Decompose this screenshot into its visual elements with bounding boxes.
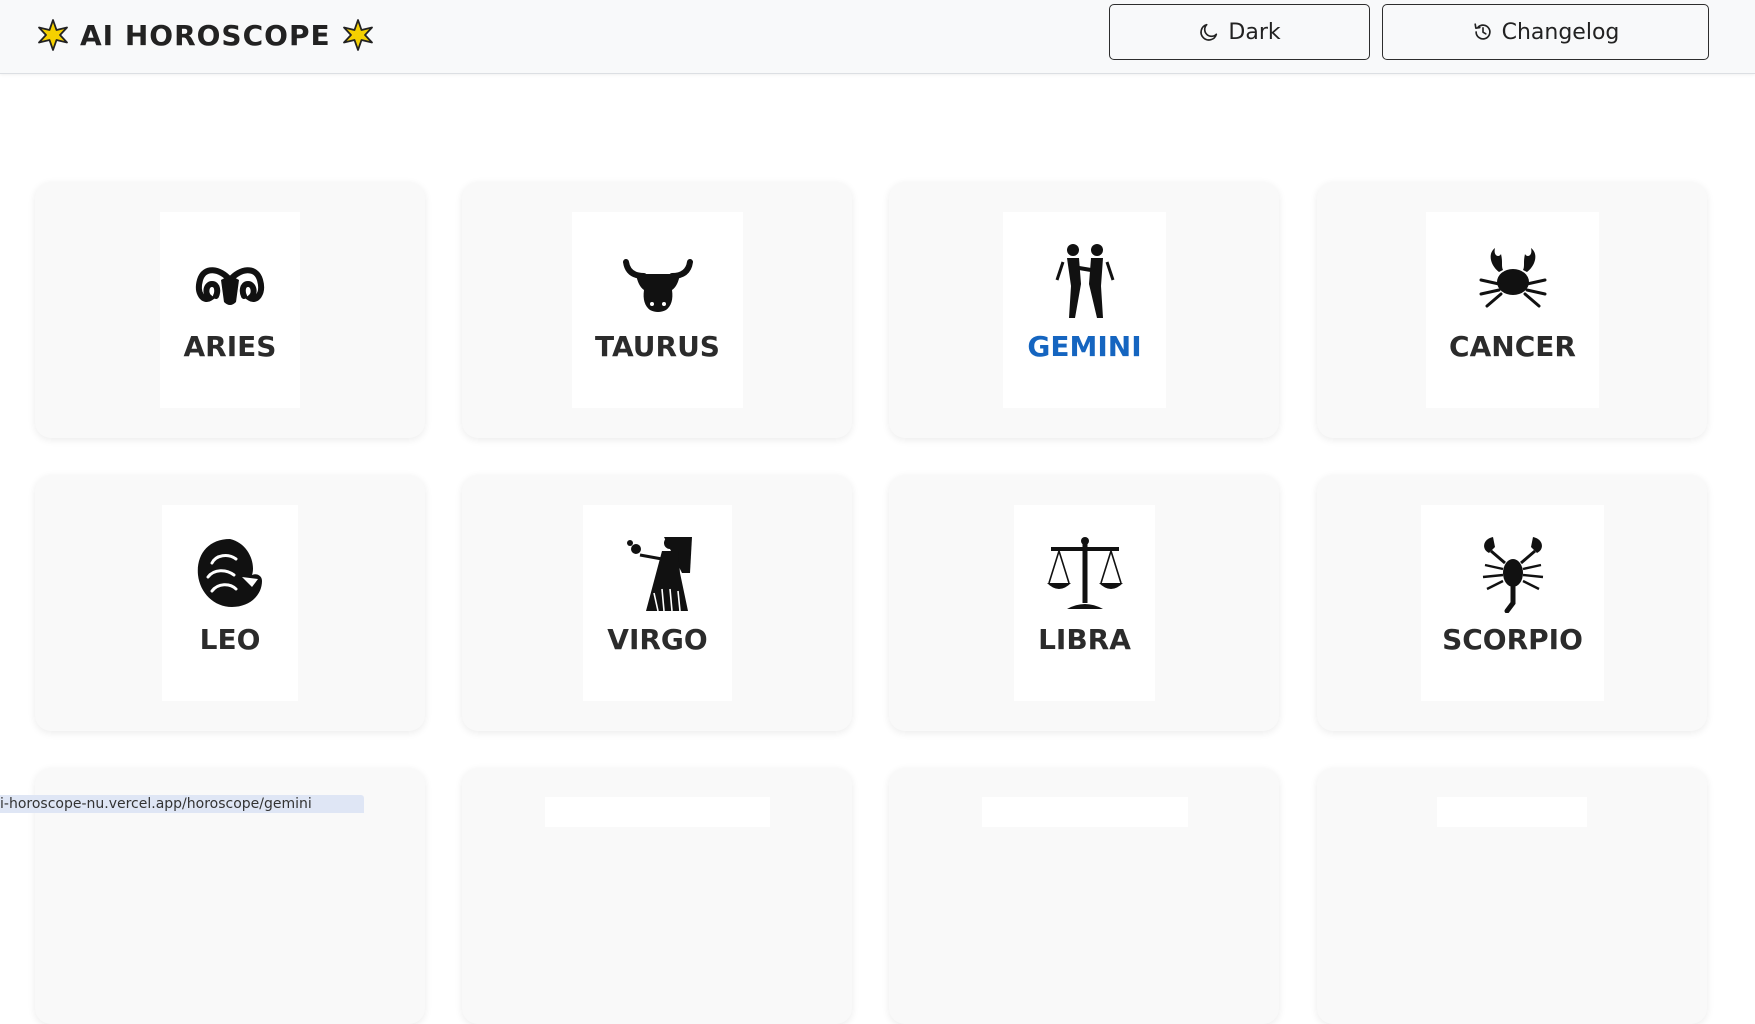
sign-name-gemini: GEMINI xyxy=(1027,330,1142,363)
sign-name-scorpio: SCORPIO xyxy=(1442,623,1583,656)
sign-card-leo[interactable]: LEO xyxy=(35,475,425,731)
status-url: i-horoscope-nu.vercel.app/horoscope/gemi… xyxy=(0,796,312,812)
maiden-icon xyxy=(626,537,692,612)
sign-card-cancer[interactable]: CANCER xyxy=(1317,182,1707,438)
sign-card-virgo[interactable]: VIRGO xyxy=(462,475,852,731)
sign-card-libra[interactable]: LIBRA xyxy=(889,475,1279,731)
sign-link-scorpio[interactable]: SCORPIO xyxy=(1421,505,1604,701)
scales-icon xyxy=(1046,537,1123,609)
history-icon xyxy=(1473,23,1491,40)
moon-icon xyxy=(1200,23,1218,41)
bull-icon xyxy=(622,259,693,312)
changelog-label: Changelog xyxy=(1501,19,1620,45)
lion-icon xyxy=(197,539,262,607)
twins-icon xyxy=(1055,244,1114,318)
sign-card-inner[interactable] xyxy=(545,797,770,827)
sign-card-row3-3[interactable] xyxy=(889,768,1279,1024)
sign-card-inner[interactable] xyxy=(1437,797,1587,827)
sign-link-virgo[interactable]: VIRGO xyxy=(583,505,732,701)
sign-name-aries: ARIES xyxy=(183,330,277,363)
brand-title: AI HOROSCOPE xyxy=(80,18,331,52)
star-icon xyxy=(38,19,68,51)
sign-link-taurus[interactable]: TAURUS xyxy=(572,212,743,408)
sign-link-cancer[interactable]: CANCER xyxy=(1426,212,1599,408)
sign-name-virgo: VIRGO xyxy=(607,623,708,656)
sign-name-libra: LIBRA xyxy=(1038,623,1131,656)
sign-name-cancer: CANCER xyxy=(1449,330,1576,363)
dark-mode-label: Dark xyxy=(1228,19,1281,45)
ram-icon xyxy=(196,267,264,305)
dark-mode-button[interactable]: Dark xyxy=(1109,4,1370,60)
sign-card-scorpio[interactable]: SCORPIO xyxy=(1317,475,1707,731)
sign-card-gemini[interactable]: GEMINI xyxy=(889,182,1279,438)
sign-link-leo[interactable]: LEO xyxy=(162,505,298,701)
link-status-bar: i-horoscope-nu.vercel.app/horoscope/gemi… xyxy=(0,795,364,813)
sign-card-row3-2[interactable] xyxy=(462,768,852,1024)
brand[interactable]: AI HOROSCOPE xyxy=(36,15,375,55)
top-navbar: AI HOROSCOPE Dark Changelog xyxy=(0,0,1755,74)
sign-card-taurus[interactable]: TAURUS xyxy=(462,182,852,438)
sign-name-leo: LEO xyxy=(199,623,261,656)
sign-link-gemini[interactable]: GEMINI xyxy=(1003,212,1166,408)
sign-card-row3-4[interactable] xyxy=(1317,768,1707,1024)
sign-link-libra[interactable]: LIBRA xyxy=(1014,505,1155,701)
sign-name-taurus: TAURUS xyxy=(595,330,720,363)
sign-card-aries[interactable]: ARIES xyxy=(35,182,425,438)
sign-link-aries[interactable]: ARIES xyxy=(160,212,300,408)
crab-icon xyxy=(1479,248,1546,308)
scorpion-icon xyxy=(1482,537,1543,613)
star-icon xyxy=(342,19,373,51)
changelog-button[interactable]: Changelog xyxy=(1382,4,1709,60)
sign-card-inner[interactable] xyxy=(982,797,1188,827)
